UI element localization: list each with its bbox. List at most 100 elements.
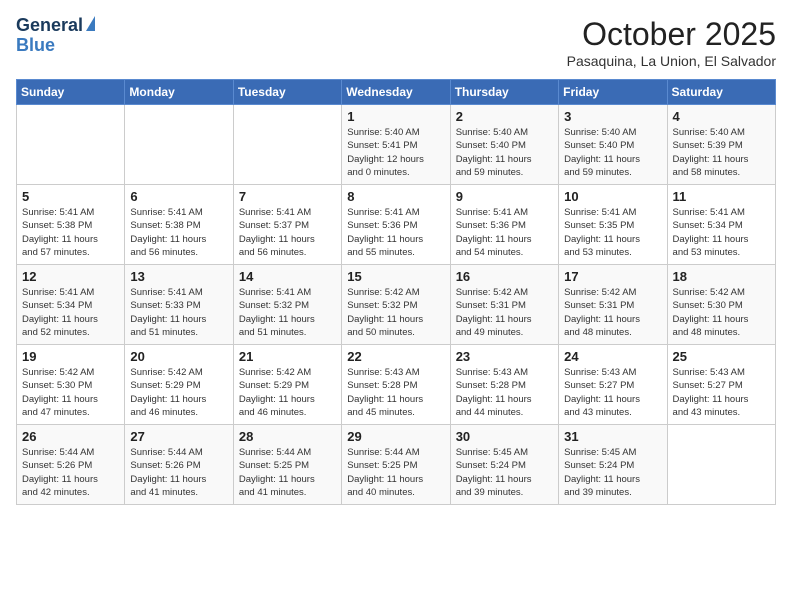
day-number: 14	[239, 269, 336, 284]
day-number: 26	[22, 429, 119, 444]
day-info: Sunrise: 5:40 AM Sunset: 5:39 PM Dayligh…	[673, 126, 770, 179]
day-info: Sunrise: 5:41 AM Sunset: 5:33 PM Dayligh…	[130, 286, 227, 339]
calendar-cell: 20 Sunrise: 5:42 AM Sunset: 5:29 PM Dayli…	[125, 345, 233, 425]
day-info: Sunrise: 5:40 AM Sunset: 5:40 PM Dayligh…	[456, 126, 553, 179]
calendar-cell: 2 Sunrise: 5:40 AM Sunset: 5:40 PM Daylig…	[450, 105, 558, 185]
calendar-cell	[667, 425, 775, 505]
calendar-cell: 9 Sunrise: 5:41 AM Sunset: 5:36 PM Daylig…	[450, 185, 558, 265]
day-info: Sunrise: 5:44 AM Sunset: 5:25 PM Dayligh…	[347, 446, 444, 499]
day-info: Sunrise: 5:41 AM Sunset: 5:38 PM Dayligh…	[130, 206, 227, 259]
header-sunday: Sunday	[17, 80, 125, 105]
calendar-cell: 15 Sunrise: 5:42 AM Sunset: 5:32 PM Dayli…	[342, 265, 450, 345]
logo-general: General	[16, 16, 83, 36]
calendar-table: SundayMondayTuesdayWednesdayThursdayFrid…	[16, 79, 776, 505]
day-info: Sunrise: 5:42 AM Sunset: 5:30 PM Dayligh…	[673, 286, 770, 339]
day-number: 13	[130, 269, 227, 284]
calendar-cell: 27Sunrise: 5:44 AM Sunset: 5:26 PM Dayli…	[125, 425, 233, 505]
logo: General Blue	[16, 16, 95, 56]
day-number: 23	[456, 349, 553, 364]
header-thursday: Thursday	[450, 80, 558, 105]
day-number: 15	[347, 269, 444, 284]
day-info: Sunrise: 5:43 AM Sunset: 5:28 PM Dayligh…	[456, 366, 553, 419]
header-tuesday: Tuesday	[233, 80, 341, 105]
day-info: Sunrise: 5:40 AM Sunset: 5:40 PM Dayligh…	[564, 126, 661, 179]
day-info: Sunrise: 5:43 AM Sunset: 5:27 PM Dayligh…	[673, 366, 770, 419]
day-number: 24	[564, 349, 661, 364]
day-number: 11	[673, 189, 770, 204]
day-number: 27	[130, 429, 227, 444]
logo-blue: Blue	[16, 36, 55, 56]
day-info: Sunrise: 5:41 AM Sunset: 5:38 PM Dayligh…	[22, 206, 119, 259]
day-info: Sunrise: 5:42 AM Sunset: 5:31 PM Dayligh…	[564, 286, 661, 339]
month-title: October 2025	[567, 16, 776, 53]
calendar-cell	[125, 105, 233, 185]
week-row-4: 26 Sunrise: 5:44 AM Sunset: 5:26 PM Dayli…	[17, 425, 776, 505]
calendar-cell: 25 Sunrise: 5:43 AM Sunset: 5:27 PM Dayli…	[667, 345, 775, 425]
week-row-0: 1Sunrise: 5:40 AM Sunset: 5:41 PM Daylig…	[17, 105, 776, 185]
day-number: 31	[564, 429, 661, 444]
calendar-cell: 26 Sunrise: 5:44 AM Sunset: 5:26 PM Dayli…	[17, 425, 125, 505]
day-info: Sunrise: 5:45 AM Sunset: 5:24 PM Dayligh…	[456, 446, 553, 499]
day-info: Sunrise: 5:44 AM Sunset: 5:25 PM Dayligh…	[239, 446, 336, 499]
calendar-cell: 7 Sunrise: 5:41 AM Sunset: 5:37 PM Daylig…	[233, 185, 341, 265]
header-wednesday: Wednesday	[342, 80, 450, 105]
week-row-2: 12 Sunrise: 5:41 AM Sunset: 5:34 PM Dayli…	[17, 265, 776, 345]
day-info: Sunrise: 5:41 AM Sunset: 5:37 PM Dayligh…	[239, 206, 336, 259]
day-info: Sunrise: 5:42 AM Sunset: 5:32 PM Dayligh…	[347, 286, 444, 339]
day-number: 6	[130, 189, 227, 204]
day-number: 29	[347, 429, 444, 444]
calendar-cell: 17 Sunrise: 5:42 AM Sunset: 5:31 PM Dayli…	[559, 265, 667, 345]
calendar-cell: 12 Sunrise: 5:41 AM Sunset: 5:34 PM Dayli…	[17, 265, 125, 345]
calendar-cell: 28 Sunrise: 5:44 AM Sunset: 5:25 PM Dayli…	[233, 425, 341, 505]
day-number: 1	[347, 109, 444, 124]
day-number: 21	[239, 349, 336, 364]
day-info: Sunrise: 5:43 AM Sunset: 5:27 PM Dayligh…	[564, 366, 661, 419]
week-row-3: 19Sunrise: 5:42 AM Sunset: 5:30 PM Dayli…	[17, 345, 776, 425]
calendar-cell: 5 Sunrise: 5:41 AM Sunset: 5:38 PM Daylig…	[17, 185, 125, 265]
day-number: 25	[673, 349, 770, 364]
calendar-cell: 3 Sunrise: 5:40 AM Sunset: 5:40 PM Daylig…	[559, 105, 667, 185]
calendar-cell: 13 Sunrise: 5:41 AM Sunset: 5:33 PM Dayli…	[125, 265, 233, 345]
calendar-cell: 30 Sunrise: 5:45 AM Sunset: 5:24 PM Dayli…	[450, 425, 558, 505]
header-row: SundayMondayTuesdayWednesdayThursdayFrid…	[17, 80, 776, 105]
calendar-cell: 18 Sunrise: 5:42 AM Sunset: 5:30 PM Dayli…	[667, 265, 775, 345]
day-info: Sunrise: 5:42 AM Sunset: 5:30 PM Dayligh…	[22, 366, 119, 419]
day-info: Sunrise: 5:41 AM Sunset: 5:35 PM Dayligh…	[564, 206, 661, 259]
day-number: 2	[456, 109, 553, 124]
day-info: Sunrise: 5:41 AM Sunset: 5:32 PM Dayligh…	[239, 286, 336, 339]
day-number: 28	[239, 429, 336, 444]
calendar-cell: 24 Sunrise: 5:43 AM Sunset: 5:27 PM Dayli…	[559, 345, 667, 425]
title-block: October 2025 Pasaquina, La Union, El Sal…	[567, 16, 776, 69]
day-info: Sunrise: 5:41 AM Sunset: 5:34 PM Dayligh…	[22, 286, 119, 339]
day-number: 20	[130, 349, 227, 364]
day-number: 30	[456, 429, 553, 444]
day-number: 18	[673, 269, 770, 284]
day-info: Sunrise: 5:42 AM Sunset: 5:31 PM Dayligh…	[456, 286, 553, 339]
calendar-cell: 21Sunrise: 5:42 AM Sunset: 5:29 PM Dayli…	[233, 345, 341, 425]
calendar-cell: 23 Sunrise: 5:43 AM Sunset: 5:28 PM Dayli…	[450, 345, 558, 425]
calendar-cell	[17, 105, 125, 185]
day-number: 5	[22, 189, 119, 204]
calendar-cell: 10Sunrise: 5:41 AM Sunset: 5:35 PM Dayli…	[559, 185, 667, 265]
day-number: 12	[22, 269, 119, 284]
day-info: Sunrise: 5:41 AM Sunset: 5:34 PM Dayligh…	[673, 206, 770, 259]
day-number: 9	[456, 189, 553, 204]
day-info: Sunrise: 5:44 AM Sunset: 5:26 PM Dayligh…	[22, 446, 119, 499]
day-number: 16	[456, 269, 553, 284]
calendar-cell: 4 Sunrise: 5:40 AM Sunset: 5:39 PM Daylig…	[667, 105, 775, 185]
day-number: 7	[239, 189, 336, 204]
page-header: General Blue October 2025 Pasaquina, La …	[16, 16, 776, 69]
calendar-cell	[233, 105, 341, 185]
calendar-cell: 14 Sunrise: 5:41 AM Sunset: 5:32 PM Dayli…	[233, 265, 341, 345]
calendar-cell: 16 Sunrise: 5:42 AM Sunset: 5:31 PM Dayli…	[450, 265, 558, 345]
day-number: 4	[673, 109, 770, 124]
day-info: Sunrise: 5:41 AM Sunset: 5:36 PM Dayligh…	[347, 206, 444, 259]
week-row-1: 5 Sunrise: 5:41 AM Sunset: 5:38 PM Daylig…	[17, 185, 776, 265]
day-number: 17	[564, 269, 661, 284]
calendar-cell: 8Sunrise: 5:41 AM Sunset: 5:36 PM Daylig…	[342, 185, 450, 265]
calendar-cell: 6 Sunrise: 5:41 AM Sunset: 5:38 PM Daylig…	[125, 185, 233, 265]
day-info: Sunrise: 5:42 AM Sunset: 5:29 PM Dayligh…	[130, 366, 227, 419]
day-info: Sunrise: 5:41 AM Sunset: 5:36 PM Dayligh…	[456, 206, 553, 259]
day-number: 3	[564, 109, 661, 124]
calendar-cell: 1Sunrise: 5:40 AM Sunset: 5:41 PM Daylig…	[342, 105, 450, 185]
